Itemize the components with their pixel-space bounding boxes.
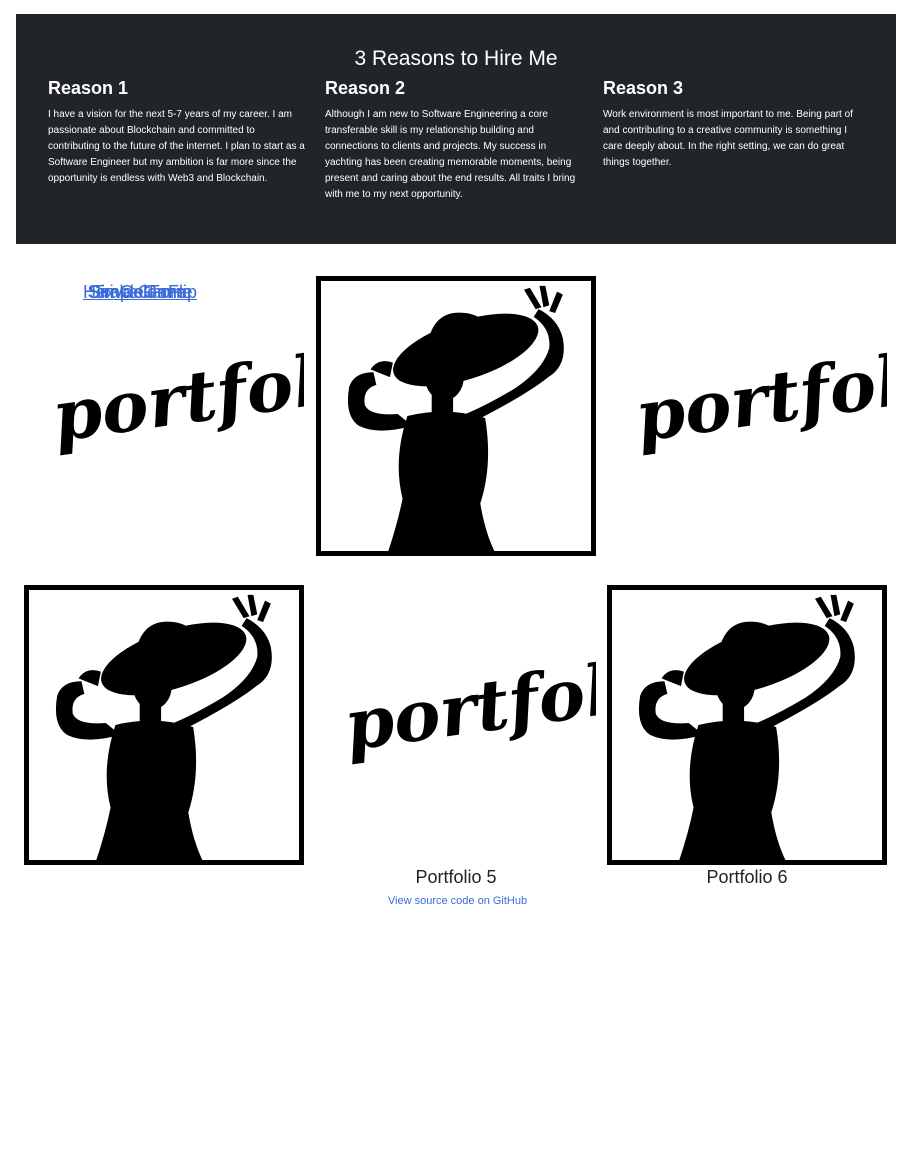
portfolio-card-snake-game[interactable]: portfolio [24,276,397,580]
triva-game-link[interactable]: Triva Game [93,282,186,302]
reason-text: Work environment is most important to me… [603,109,853,168]
reason-card-2: Reason 2 Although I am new to Software E… [325,78,583,203]
caption: Triva Game [0,282,280,303]
hero-title: 3 Reasons to Hire Me [354,47,558,70]
footer: View source code on GitHub [0,895,915,907]
portfolio-card-5: portfolio Portfolio 5 [316,585,689,889]
portfolio-logo-image: portfolio [339,637,689,767]
logo-word: portfolio [630,328,887,458]
reason-heading: Reason 2 [325,78,406,98]
reason-heading: Reason 1 [48,78,129,98]
caption: Portfolio 5 [415,867,497,887]
portfolio-logo-image: portfolio [630,328,915,458]
hero-section: 3 Reasons to Hire Me Reason 1 I have a v… [16,14,896,244]
silhouette-photo [607,585,887,865]
portfolio-logo-image: portfolio [47,328,397,458]
caption: Portfolio 6 [706,867,788,887]
logo-word: portfolio [47,328,304,458]
portfolio-card-triva-game[interactable] [24,867,304,1171]
github-source-link[interactable]: View source code on GitHub [388,895,527,907]
reason-card-3: Reason 3 Work environment is most import… [603,78,861,171]
reason-text: Although I am new to Software Engineerin… [325,109,576,200]
portfolio-card-triva-game[interactable] [24,585,304,889]
portfolio-card-hex-color-flip[interactable]: portfolio [607,276,915,580]
portfolio-card-simple-form[interactable] [316,276,596,580]
logo-word: portfolio [339,637,596,767]
reason-text: I have a vision for the next 5-7 years o… [48,109,305,184]
reason-heading: Reason 3 [603,78,684,98]
portfolio-card-6: Portfolio 6 [607,585,887,889]
silhouette-photo [316,276,596,556]
reason-card-1: Reason 1 I have a vision for the next 5-… [48,78,306,187]
silhouette-photo [24,585,304,865]
